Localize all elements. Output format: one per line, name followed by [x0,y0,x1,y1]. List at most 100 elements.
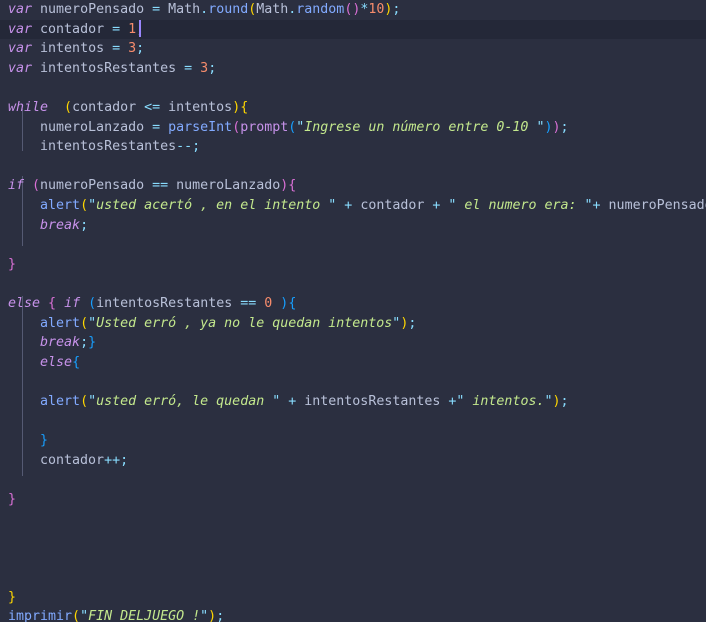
code-line[interactable] [0,78,706,98]
code-line[interactable]: var intentos = 3; [0,39,706,59]
code-token: . [200,2,209,17]
code-line[interactable]: alert("usted acertó , en el intento " + … [0,196,706,216]
code-token: + [592,197,601,213]
code-line[interactable]: alert("Usted erró , ya no le quedan inte… [0,314,706,334]
code-token: 3 [200,60,209,76]
code-token: parseInt [168,119,233,135]
code-line[interactable]: numeroLanzado = parseInt(prompt("Ingrese… [0,118,706,138]
code-token: { [288,295,297,311]
code-token: numeroLanzado [8,119,153,135]
code-token: intentosRestantes [296,393,449,409]
code-token: var [8,60,33,76]
code-line[interactable]: break; [0,216,706,236]
code-line[interactable]: var intentosRestantes = 3; [0,59,706,79]
code-token: intentos [160,99,233,115]
code-token: ( [80,315,89,331]
code-line[interactable]: } [0,588,706,608]
code-token: " [80,609,89,622]
code-token: random [296,2,345,17]
code-token: ; [216,609,225,622]
code-token: Math [256,2,289,17]
code-line[interactable]: while (contador <= intentos){ [0,98,706,118]
code-token: else [40,354,73,370]
code-token: } [40,433,49,449]
code-token: ; [136,41,145,57]
code-line[interactable] [0,157,706,177]
code-token: prompt [240,119,289,135]
code-token: intentos. [464,393,545,409]
code-token: Math [160,2,201,17]
code-token: { [240,99,249,115]
code-line[interactable]: } [0,255,706,275]
code-token: ( [64,99,73,115]
code-token: contador [72,99,145,115]
code-line[interactable]: alert("usted erró, le quedan " + intento… [0,392,706,412]
code-line[interactable] [0,372,706,392]
code-line[interactable] [0,568,706,588]
code-token: ( [32,178,41,194]
code-token: 1 [128,21,137,37]
code-token: ( [80,197,89,213]
code-text-area[interactable]: var numeroPensado = Math.round(Math.rand… [0,0,706,622]
code-line[interactable]: else { if (intentosRestantes == 0 ){ [0,294,706,314]
code-line[interactable]: var contador = 1; [0,19,706,40]
code-line[interactable] [0,509,706,529]
code-line[interactable] [0,411,706,431]
code-token: ; [560,119,569,135]
code-token: var [8,41,33,57]
code-line[interactable]: if (numeroPensado == numeroLanzado){ [0,176,706,196]
code-token: if [8,178,25,194]
code-token: alert [40,197,81,213]
code-token: ++ [104,452,121,468]
code-line[interactable]: else{ [0,353,706,373]
code-token: ) [552,119,561,135]
code-line[interactable] [0,549,706,569]
code-token: break [40,217,81,233]
code-line[interactable]: } [0,431,706,451]
code-token: numeroPensado [40,178,153,194]
code-line[interactable] [0,529,706,549]
code-token: -- [176,139,193,155]
code-token: Ingrese un número entre 0-10 [304,119,537,135]
code-line[interactable] [0,235,706,255]
code-line[interactable] [0,274,706,294]
code-token: ; [80,217,89,233]
code-token: " [200,609,209,622]
code-line[interactable]: intentosRestantes--; [0,137,706,157]
code-token: ) [208,609,217,622]
code-token: while [8,99,49,115]
code-token: else [8,295,41,311]
code-token: var [8,21,33,37]
code-token: ; [120,452,129,468]
code-line[interactable]: var numeroPensado = Math.round(Math.rand… [0,0,706,20]
code-token: ( [88,295,97,311]
code-line[interactable]: break;} [0,333,706,353]
code-line[interactable]: contador++; [0,451,706,471]
code-token: ; [208,60,217,76]
code-token: = [112,21,121,37]
code-token: ( [80,393,89,409]
code-token: = [112,41,121,57]
code-line[interactable] [0,470,706,490]
code-token: { [48,295,57,311]
code-line[interactable]: } [0,490,706,510]
code-line[interactable]: imprimir("FIN DELJUEGO !"); [0,607,706,622]
code-editor[interactable]: var numeroPensado = Math.round(Math.rand… [0,0,706,622]
code-token: 3 [128,41,137,57]
code-token: Usted erró , ya no le quedan intentos [96,315,393,331]
code-token: alert [40,393,81,409]
code-token: contador [8,452,105,468]
code-token: ; [192,139,201,155]
code-token: ; [560,393,569,409]
code-token: numeroPensado [600,197,706,213]
